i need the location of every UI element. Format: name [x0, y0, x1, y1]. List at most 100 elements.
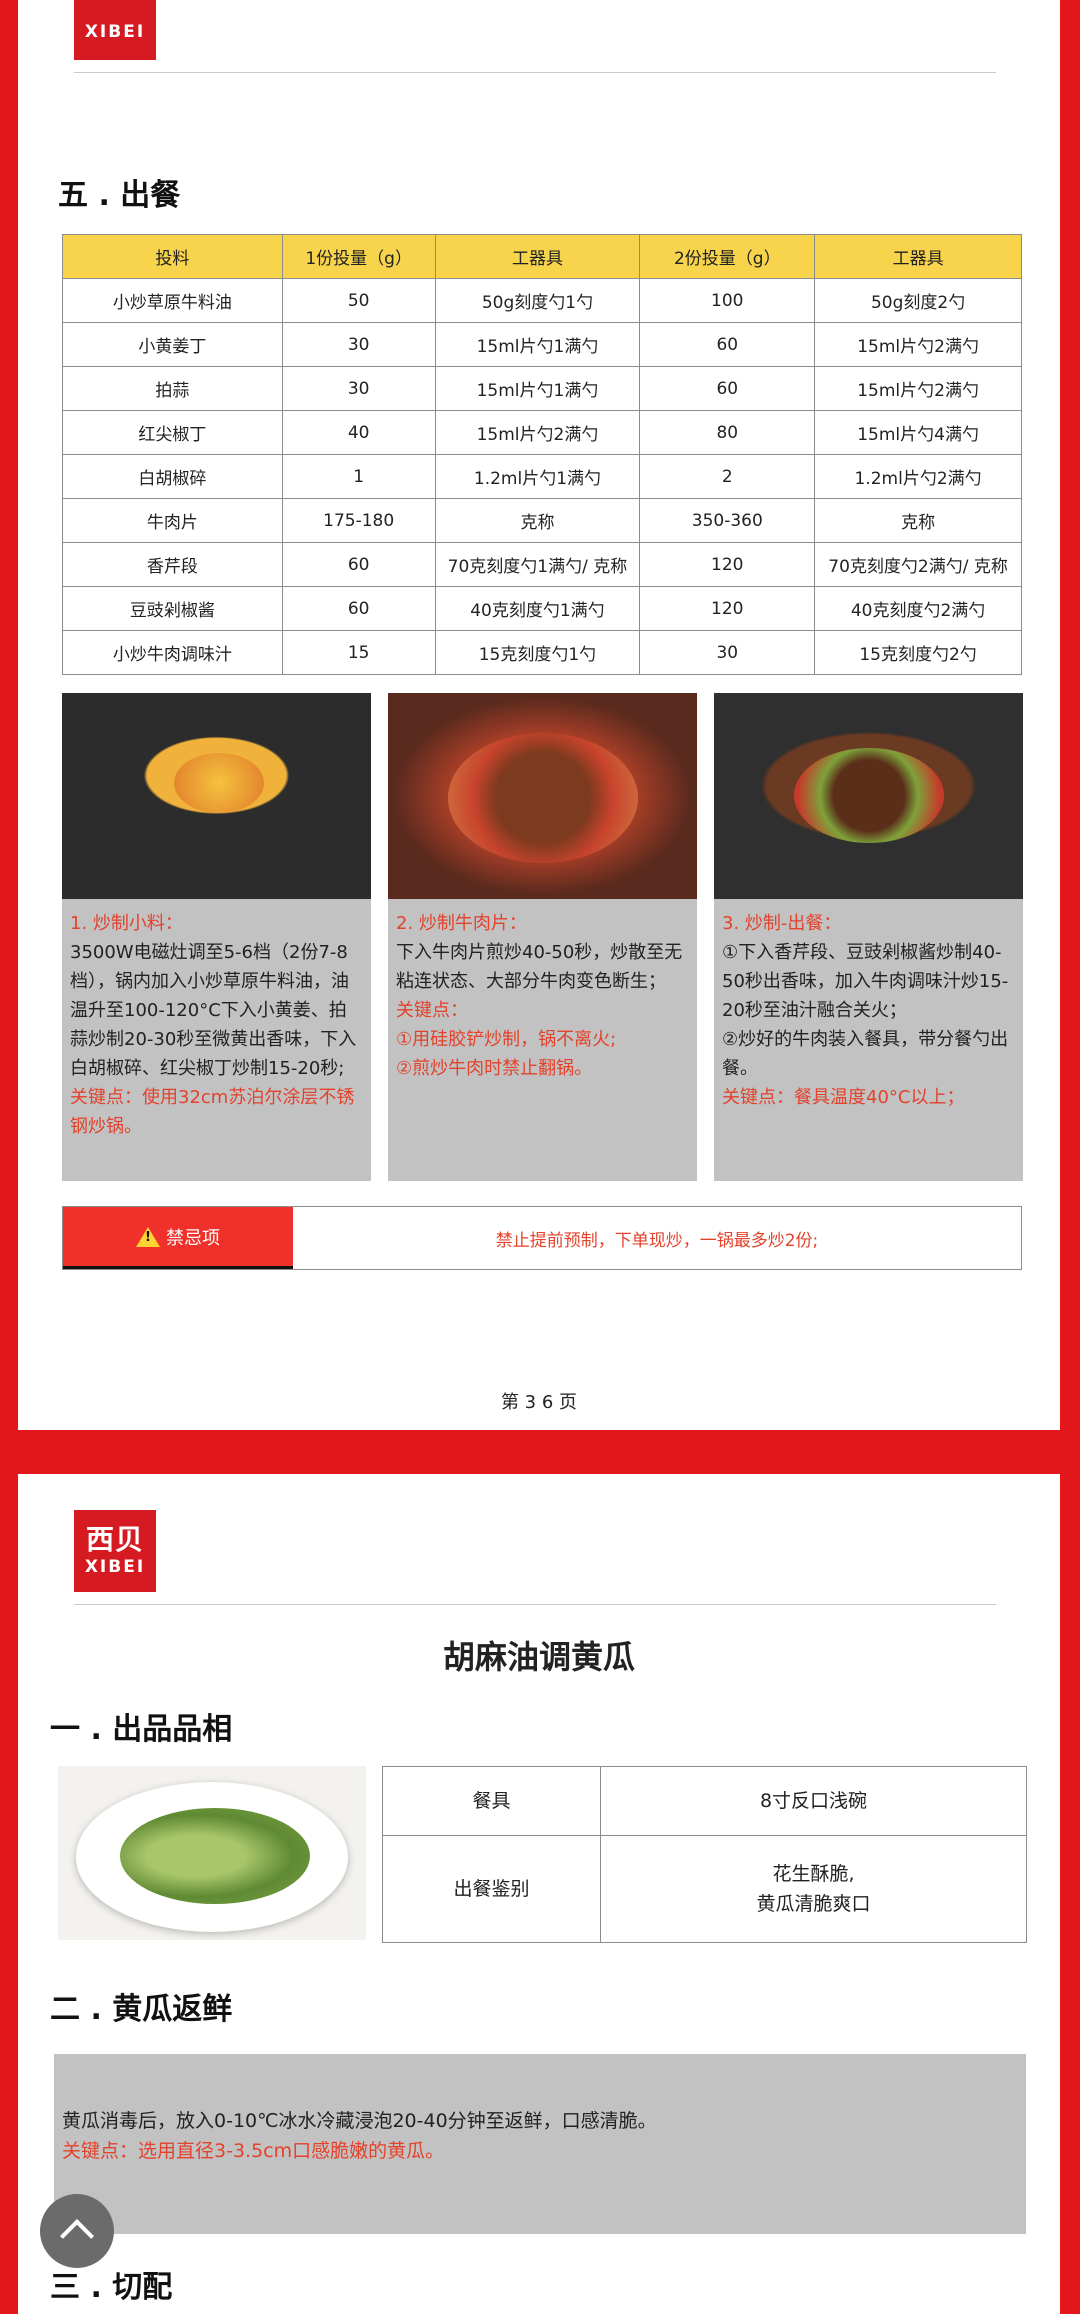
table-header-cell: 工器具	[814, 234, 1022, 279]
logo-text-en-2: XIBEI	[84, 1557, 146, 1577]
table-row: 白胡椒碎 1 1.2ml片勺1满勺 2 1.2ml片勺2满勺	[62, 454, 1022, 499]
table-cell: 15ml片勺2满勺	[814, 322, 1022, 367]
table-cell: 15克刻度勺2勺	[814, 630, 1022, 675]
forbidden-notice: ! 禁忌项 禁止提前预制，下单现炒，一锅最多炒2份;	[62, 1206, 1022, 1270]
check-value-line-1: 花生酥脆,	[772, 1863, 855, 1885]
tableware-label: 餐具	[382, 1766, 601, 1836]
step-card-1: 1. 炒制小料： 3500W电磁灶调至5-6档（2份7-8档），锅内加入小炒草原…	[62, 693, 371, 1181]
recipe-page-cucumber: 西贝 XIBEI 胡麻油调黄瓜 一 . 出品品相 餐具 8寸反口浅碗 出餐鉴别 …	[18, 1474, 1060, 2314]
table-row: 小炒草原牛料油 50 50g刻度勺1勺 100 50g刻度2勺	[62, 278, 1022, 323]
table-row: 香芹段 60 70克刻度勺1满勺/ 克称 120 70克刻度勺2满勺/ 克称	[62, 542, 1022, 587]
table-cell: 1.2ml片勺2满勺	[814, 454, 1022, 499]
step-3-title: 3. 炒制-出餐：	[722, 913, 842, 934]
header-divider	[74, 72, 996, 73]
table-cell: 30	[281, 322, 436, 367]
dish-food	[120, 1808, 310, 1904]
table-row: 拍蒜 30 15ml片勺1满勺 60 15ml片勺2满勺	[62, 366, 1022, 411]
table-cell: 小黄姜丁	[62, 322, 283, 367]
table-header-cell: 投料	[62, 234, 283, 279]
tableware-value: 8寸反口浅碗	[600, 1766, 1027, 1836]
table-header-cell: 工器具	[434, 234, 641, 279]
table-cell: 60	[281, 586, 436, 631]
step-card-2: 2. 炒制牛肉片： 下入牛肉片煎炒40-50秒，炒散至无粘连状态、大部分牛肉变色…	[388, 693, 697, 1181]
section-title-refresh: 二 . 黄瓜返鲜	[50, 1992, 233, 2027]
step-3-key: 关键点：餐具温度40°C以上；	[722, 1087, 965, 1108]
table-cell: 50g刻度2勺	[814, 278, 1022, 323]
table-cell: 小炒牛肉调味汁	[62, 630, 283, 675]
step-1-photo	[62, 693, 371, 899]
table-cell: 30	[639, 630, 816, 675]
step-2-key: 关键点：	[396, 1000, 468, 1021]
step-3-text-1: ①下入香芹段、豆豉剁椒酱炒制40-50秒出香味，加入牛肉调味汁炒15-20秒至油…	[722, 942, 1009, 1021]
table-cell: 15	[281, 630, 436, 675]
table-cell: 60	[639, 322, 816, 367]
forbidden-label: ! 禁忌项	[63, 1207, 293, 1269]
dish-info-table: 餐具 8寸反口浅碗 出餐鉴别 花生酥脆, 黄瓜清脆爽口	[382, 1766, 1027, 1943]
logo-text-en: XIBEI	[84, 22, 146, 42]
table-row: 小黄姜丁 30 15ml片勺1满勺 60 15ml片勺2满勺	[62, 322, 1022, 367]
step-2-title: 2. 炒制牛肉片：	[396, 913, 527, 934]
table-cell: 15ml片勺2满勺	[434, 410, 641, 455]
table-cell: 1	[281, 454, 436, 499]
table-row: 豆豉剁椒酱 60 40克刻度勺1满勺 120 40克刻度勺2满勺	[62, 586, 1022, 631]
step-2-text: 下入牛肉片煎炒40-50秒，炒散至无粘连状态、大部分牛肉变色断生；	[396, 942, 683, 992]
step-3-dish-blob	[794, 748, 944, 843]
table-cell: 15ml片勺1满勺	[434, 322, 641, 367]
table-cell: 50	[281, 278, 436, 323]
logo-text-cn: 西贝	[85, 1523, 144, 1556]
xibei-logo: XIBEI	[74, 0, 156, 60]
section-title-appearance: 一 . 出品品相	[50, 1712, 233, 1747]
step-2-key-line-2: ②煎炒牛肉时禁止翻锅。	[396, 1058, 593, 1079]
forbidden-text: 禁止提前预制，下单现炒，一锅最多炒2份;	[495, 1230, 819, 1251]
table-cell: 70克刻度勺2满勺/ 克称	[814, 542, 1022, 587]
table-cell: 100	[639, 278, 816, 323]
table-cell: 2	[639, 454, 816, 499]
table-row: 餐具 8寸反口浅碗	[382, 1766, 1027, 1836]
table-row: 牛肉片 175-180 克称 350-360 克称	[62, 498, 1022, 543]
table-cell: 50g刻度勺1勺	[434, 278, 641, 323]
table-cell: 红尖椒丁	[62, 410, 283, 455]
table-cell: 70克刻度勺1满勺/ 克称	[434, 542, 641, 587]
forbidden-label-text: 禁忌项	[166, 1227, 220, 1249]
table-cell: 牛肉片	[62, 498, 283, 543]
table-header-cell: 1份投量（g）	[281, 234, 436, 279]
header-divider-2	[74, 1604, 996, 1605]
section-title-cutting: 三 . 切配	[50, 2270, 173, 2305]
table-cell: 40克刻度勺2满勺	[814, 586, 1022, 631]
table-header-row: 投料 1份投量（g） 工器具 2份投量（g） 工器具	[62, 234, 1022, 279]
table-cell: 香芹段	[62, 542, 283, 587]
page-number: 第 3 6 页	[500, 1392, 578, 1413]
chevron-up-icon	[60, 2219, 94, 2253]
step-3-photo	[714, 693, 1023, 899]
step-1-ingredients-blob	[174, 753, 264, 813]
section-title-serving: 五 . 出餐	[58, 178, 181, 213]
table-cell: 拍蒜	[62, 366, 283, 411]
check-value-line-2: 黄瓜清脆爽口	[756, 1893, 871, 1915]
table-cell: 120	[639, 542, 816, 587]
table-row: 小炒牛肉调味汁 15 15克刻度勺1勺 30 15克刻度勺2勺	[62, 630, 1022, 675]
table-cell: 60	[639, 366, 816, 411]
table-cell: 克称	[814, 498, 1022, 543]
ingredients-table: 投料 1份投量（g） 工器具 2份投量（g） 工器具 小炒草原牛料油 50 50g刻度勺1勺…	[62, 234, 1022, 675]
table-cell: 白胡椒碎	[62, 454, 283, 499]
step-2-photo	[388, 693, 697, 899]
table-cell: 15ml片勺1满勺	[434, 366, 641, 411]
step-card-3: 3. 炒制-出餐： ①下入香芹段、豆豉剁椒酱炒制40-50秒出香味，加入牛肉调味…	[714, 693, 1023, 1181]
table-cell: 15ml片勺4满勺	[814, 410, 1022, 455]
table-cell: 60	[281, 542, 436, 587]
dish-title: 胡麻油调黄瓜	[442, 1638, 635, 1676]
scroll-to-top-button[interactable]	[40, 2194, 114, 2268]
warning-icon: !	[136, 1226, 160, 1247]
table-cell: 小炒草原牛料油	[62, 278, 283, 323]
table-cell: 30	[281, 366, 436, 411]
table-cell: 80	[639, 410, 816, 455]
table-cell: 克称	[434, 498, 641, 543]
table-cell: 350-360	[639, 498, 816, 543]
table-row: 红尖椒丁 40 15ml片勺2满勺 80 15ml片勺4满勺	[62, 410, 1022, 455]
xibei-logo-2: 西贝 XIBEI	[74, 1510, 156, 1592]
check-value: 花生酥脆, 黄瓜清脆爽口	[600, 1835, 1027, 1943]
refresh-key: 关键点：选用直径3-3.5cm口感脆嫩的黄瓜。	[62, 2140, 445, 2162]
step-2-beef-blob	[448, 733, 638, 863]
refresh-text: 黄瓜消毒后，放入0-10℃冰水冷藏浸泡20-40分钟至返鲜，口感清脆。	[62, 2110, 657, 2132]
check-label: 出餐鉴别	[382, 1835, 601, 1943]
